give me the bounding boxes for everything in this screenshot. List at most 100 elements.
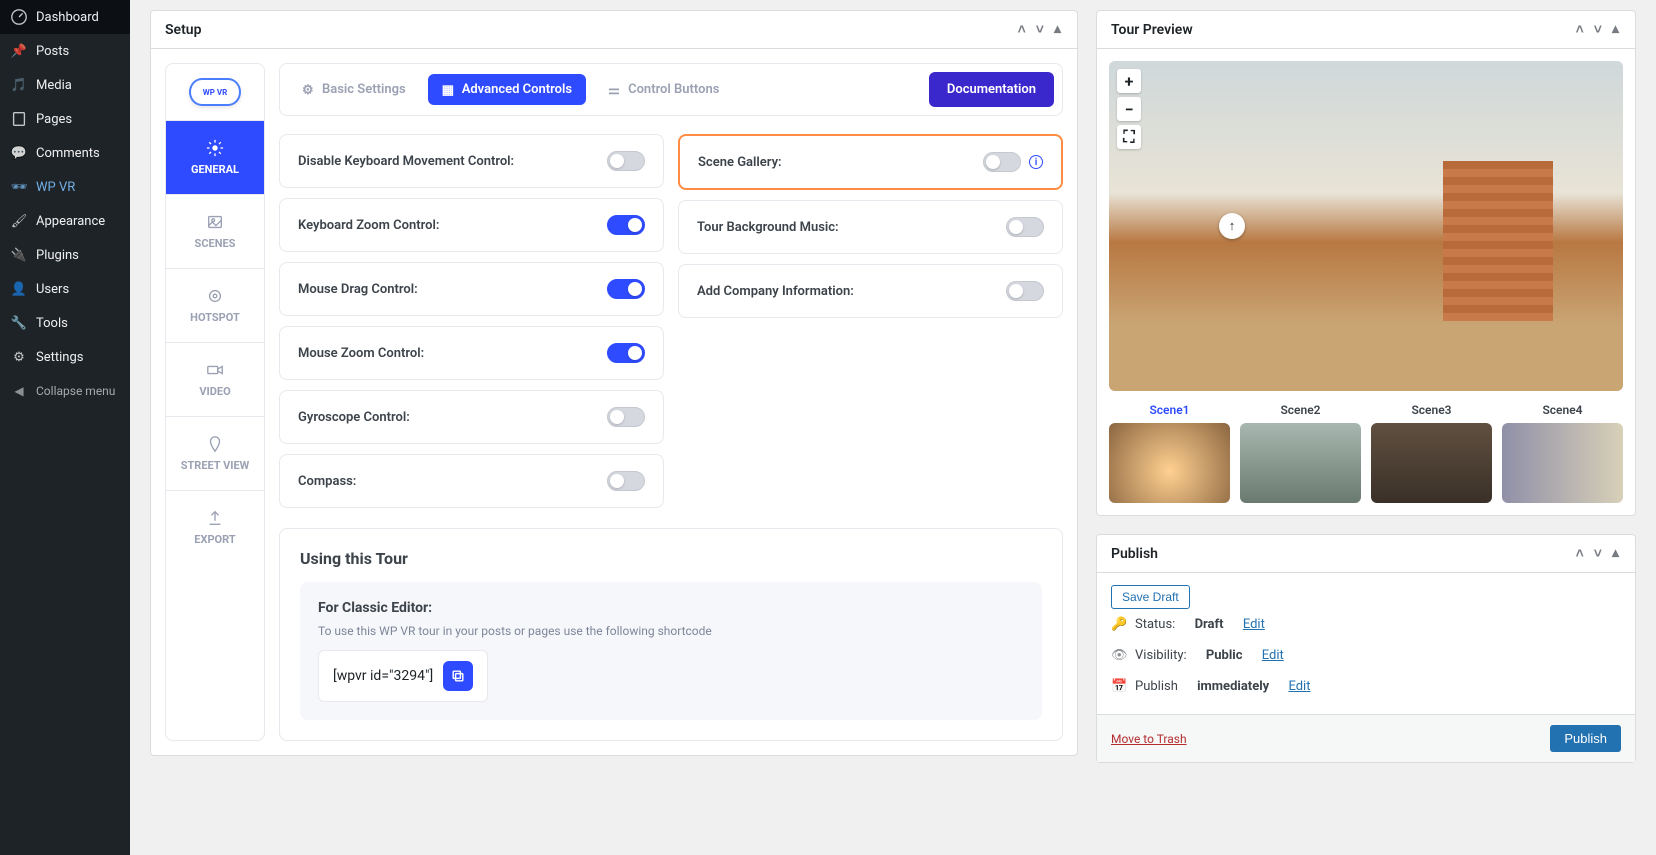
logo-box: WP VR	[166, 64, 264, 121]
menu-settings[interactable]: ⚙ Settings	[0, 340, 130, 374]
vtab-label: STREET VIEW	[181, 459, 250, 472]
tools-icon: 🔧	[10, 314, 28, 332]
panel-toggle-icon[interactable]: ▴	[1052, 19, 1063, 40]
using-desc: To use this WP VR tour in your posts or …	[318, 624, 1024, 638]
scene-thumb-3[interactable]: Scene3	[1371, 403, 1492, 503]
thumb-img	[1371, 423, 1492, 503]
calendar-icon: 📅	[1111, 679, 1127, 694]
info-icon[interactable]: i	[1029, 155, 1043, 169]
toggle[interactable]	[1006, 281, 1044, 301]
setup-panel: Setup ˄ ˅ ▴ WP VR GENERAL SCENES HOTSPOT…	[150, 10, 1078, 756]
panel-toggle-icon[interactable]: ▴	[1610, 19, 1621, 40]
setting-label: Mouse Drag Control:	[298, 282, 418, 297]
nav-hotspot[interactable]: ↑	[1219, 213, 1245, 239]
thumb-img	[1502, 423, 1623, 503]
vtab-scenes[interactable]: SCENES	[166, 195, 264, 269]
brick-wall	[1443, 161, 1553, 321]
setting-label: Keyboard Zoom Control:	[298, 218, 439, 233]
panel-toggle-icon[interactable]: ▴	[1610, 543, 1621, 564]
tab-label: Basic Settings	[322, 82, 406, 97]
menu-wpvr[interactable]: 🕶WP VR	[0, 170, 130, 204]
publish-panel: Publish ˄ ˅ ▴ Save Draft 🔑Status: Draft …	[1096, 534, 1636, 763]
admin-sidebar: Dashboard 📌Posts 🎵Media Pages 💬Comments …	[0, 0, 130, 855]
menu-media[interactable]: 🎵Media	[0, 68, 130, 102]
vis-label: Visibility:	[1135, 648, 1187, 663]
edit-visibility-link[interactable]: Edit	[1262, 648, 1284, 663]
vtab-label: HOTSPOT	[190, 311, 240, 324]
panel-down-icon[interactable]: ˅	[1592, 19, 1604, 40]
panel-down-icon[interactable]: ˅	[1592, 543, 1604, 564]
tab-advanced[interactable]: ▦Advanced Controls	[428, 74, 586, 105]
menu-posts[interactable]: 📌Posts	[0, 34, 130, 68]
key-icon: 🔑	[1111, 617, 1127, 632]
using-title: Using this Tour	[300, 549, 1042, 568]
zoom-out-button[interactable]: −	[1117, 97, 1141, 121]
thumb-img	[1109, 423, 1230, 503]
move-trash-link[interactable]: Move to Trash	[1111, 732, 1187, 746]
gear-icon	[206, 139, 224, 157]
menu-label: Comments	[36, 146, 100, 161]
top-tabs: ⚙Basic Settings ▦Advanced Controls ⚌Cont…	[279, 63, 1063, 116]
toggle[interactable]	[983, 152, 1021, 172]
dashboard-icon	[10, 8, 28, 26]
using-panel: Using this Tour For Classic Editor: To u…	[279, 528, 1063, 741]
toggle[interactable]	[607, 407, 645, 427]
toggle[interactable]	[607, 343, 645, 363]
toggle[interactable]	[607, 471, 645, 491]
toggle[interactable]	[607, 215, 645, 235]
plugin-icon: 🔌	[10, 246, 28, 264]
tab-basic[interactable]: ⚙Basic Settings	[288, 74, 420, 105]
menu-appearance[interactable]: 🖌Appearance	[0, 204, 130, 238]
publish-button[interactable]: Publish	[1550, 725, 1621, 752]
menu-pages[interactable]: Pages	[0, 102, 130, 136]
settings-icon: ⚙	[10, 348, 28, 366]
panel-up-icon[interactable]: ˄	[1574, 543, 1586, 564]
edit-date-link[interactable]: Edit	[1288, 679, 1310, 694]
toggle[interactable]	[607, 151, 645, 171]
vtab-label: EXPORT	[194, 533, 235, 546]
menu-tools[interactable]: 🔧Tools	[0, 306, 130, 340]
panel-up-icon[interactable]: ˄	[1016, 19, 1028, 40]
tab-control[interactable]: ⚌Control Buttons	[594, 74, 733, 105]
vtab-general[interactable]: GENERAL	[166, 121, 264, 195]
menu-label: Settings	[36, 350, 83, 365]
panel-up-icon[interactable]: ˄	[1574, 19, 1586, 40]
menu-plugins[interactable]: 🔌Plugins	[0, 238, 130, 272]
vtab-export[interactable]: EXPORT	[166, 491, 264, 564]
preview-header: Tour Preview ˄ ˅ ▴	[1097, 11, 1635, 49]
setting-label: Scene Gallery:	[698, 155, 782, 170]
setting-disable-keyboard: Disable Keyboard Movement Control:	[279, 134, 664, 188]
vtab-hotspot[interactable]: HOTSPOT	[166, 269, 264, 343]
edit-status-link[interactable]: Edit	[1243, 617, 1265, 632]
save-draft-button[interactable]: Save Draft	[1111, 585, 1190, 609]
preview-panel: Tour Preview ˄ ˅ ▴ + − ⛶ ↑ Scene1 Scene2	[1096, 10, 1636, 516]
documentation-button[interactable]: Documentation	[929, 72, 1054, 107]
setup-title: Setup	[165, 22, 201, 38]
fullscreen-button[interactable]: ⛶	[1117, 125, 1141, 149]
tab-label: Advanced Controls	[462, 82, 572, 97]
thumb-label: Scene1	[1109, 403, 1230, 417]
copy-button[interactable]	[443, 661, 473, 691]
pin-icon: 📌	[10, 42, 28, 60]
menu-collapse[interactable]: ◀Collapse menu	[0, 374, 130, 408]
toggle[interactable]	[1006, 217, 1044, 237]
zoom-in-button[interactable]: +	[1117, 69, 1141, 93]
toggle[interactable]	[607, 279, 645, 299]
publish-title: Publish	[1111, 546, 1158, 562]
comment-icon: 💬	[10, 144, 28, 162]
vtab-street[interactable]: STREET VIEW	[166, 417, 264, 491]
scene-thumb-1[interactable]: Scene1	[1109, 403, 1230, 503]
menu-label: Collapse menu	[36, 384, 115, 398]
page-icon	[10, 110, 28, 128]
scene-thumb-4[interactable]: Scene4	[1502, 403, 1623, 503]
setting-keyboard-zoom: Keyboard Zoom Control:	[279, 198, 664, 252]
menu-comments[interactable]: 💬 Comments	[0, 136, 130, 170]
menu-dashboard[interactable]: Dashboard	[0, 0, 130, 34]
preview-viewport[interactable]: + − ⛶ ↑	[1109, 61, 1623, 391]
scene-thumb-2[interactable]: Scene2	[1240, 403, 1361, 503]
panel-down-icon[interactable]: ˅	[1034, 19, 1046, 40]
vr-icon: 🕶	[10, 178, 28, 196]
vtab-video[interactable]: VIDEO	[166, 343, 264, 417]
menu-users[interactable]: 👤Users	[0, 272, 130, 306]
status-label: Status:	[1135, 617, 1175, 632]
